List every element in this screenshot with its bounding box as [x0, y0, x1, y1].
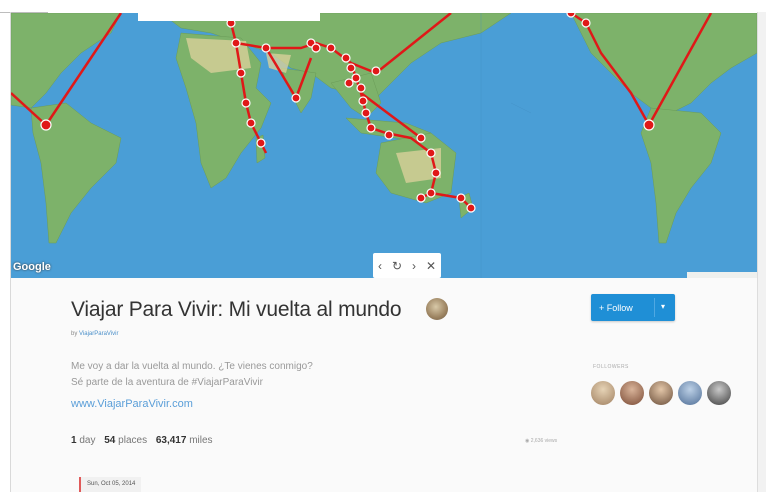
description-line-1: Me voy a dar la vuelta al mundo. ¿Te vie…: [71, 361, 313, 372]
followers-list: [591, 381, 736, 405]
description-line-2: Sé parte de la aventura de #ViajarParaVi…: [71, 377, 263, 388]
follower-avatar[interactable]: [591, 381, 615, 405]
days-value: 1: [71, 435, 77, 446]
refresh-icon[interactable]: ↻: [392, 259, 402, 273]
follow-dropdown-icon[interactable]: ▾: [661, 302, 665, 311]
follow-divider: [654, 298, 655, 317]
map-search-box[interactable]: [138, 13, 320, 21]
close-icon[interactable]: ✕: [426, 259, 436, 273]
follow-label: + Follow: [599, 303, 633, 313]
previous-icon[interactable]: ‹: [378, 259, 382, 273]
days-label: day: [79, 435, 96, 446]
follower-avatar[interactable]: [707, 381, 731, 405]
trip-details: Viajar Para Vivir: Mi vuelta al mundo by…: [11, 278, 757, 492]
follower-avatar[interactable]: [649, 381, 673, 405]
frame-scrollbar[interactable]: [757, 12, 766, 492]
world-map-graphic: [11, 13, 757, 278]
follower-avatar[interactable]: [678, 381, 702, 405]
miles-label: miles: [189, 435, 213, 446]
trip-map[interactable]: Google ‹ ↻ › ✕: [11, 13, 757, 278]
places-value: 54: [104, 435, 116, 446]
author-avatar[interactable]: [426, 298, 448, 320]
miles-value: 63,417: [155, 435, 187, 446]
trip-description: Me voy a dar la vuelta al mundo. ¿Te vie…: [71, 359, 313, 391]
trip-stats: 1 day 54 places 63,417 miles: [71, 435, 213, 446]
trip-title: Viajar Para Vivir: Mi vuelta al mundo: [71, 298, 402, 321]
byline-prefix: by: [71, 331, 78, 337]
follower-avatar[interactable]: [620, 381, 644, 405]
website-link[interactable]: www.ViajarParaVivir.com: [71, 398, 193, 410]
views-count: ◉ 2,636 views: [525, 438, 558, 444]
follow-button[interactable]: + Follow ▾: [591, 294, 675, 321]
timeline-date-tag: Sun, Oct 05, 2014: [79, 477, 142, 492]
author-link[interactable]: ViajarParaVivir: [79, 331, 118, 337]
google-logo: Google: [13, 261, 51, 273]
followers-label: FOLLOWERS: [593, 364, 629, 370]
places-label: places: [118, 435, 148, 446]
byline: by ViajarParaVivir: [71, 331, 118, 337]
map-controls: ‹ ↻ › ✕: [373, 253, 441, 278]
next-icon[interactable]: ›: [412, 259, 416, 273]
